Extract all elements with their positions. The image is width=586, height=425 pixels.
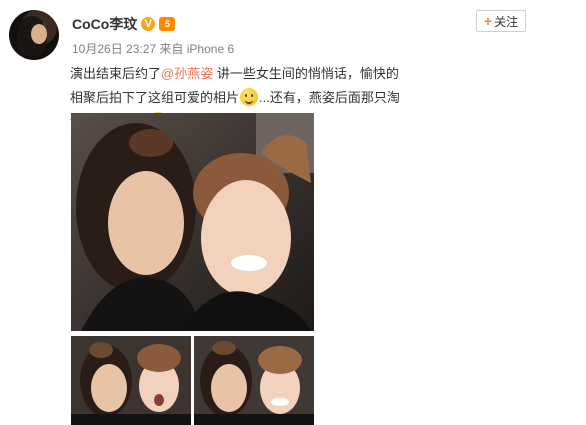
level-badge-icon[interactable]: 5 <box>159 17 176 31</box>
post-timestamp[interactable]: 10月26日 23:27 <box>72 42 156 56</box>
source-link[interactable]: iPhone 6 <box>187 42 234 56</box>
photo-main[interactable] <box>71 113 314 331</box>
follow-button[interactable]: + 关注 <box>476 10 526 32</box>
source-prefix: 来自 <box>159 42 184 56</box>
name-row: CoCo李玟 V 5 <box>72 14 176 34</box>
plus-icon: + <box>483 13 493 29</box>
photo-thumbnail-1[interactable] <box>71 336 191 425</box>
username-link[interactable]: CoCo李玟 <box>72 14 137 34</box>
post-text-part1: 演出结束后约了 <box>70 66 162 81</box>
smile-emoji-icon <box>240 88 259 106</box>
photo-main-art <box>71 113 314 331</box>
avatar-face <box>31 24 47 44</box>
mention-link[interactable]: @孙燕姿 <box>161 66 213 81</box>
verified-icon[interactable]: V <box>141 17 156 31</box>
photo-thumb-2-art <box>194 336 314 425</box>
follow-label: 关注 <box>494 14 519 29</box>
user-avatar[interactable] <box>9 10 59 60</box>
post-meta: 10月26日 23:27 来自 iPhone 6 <box>72 40 234 57</box>
photo-thumbnail-2[interactable] <box>194 336 314 425</box>
photo-thumb-1-art <box>71 336 191 425</box>
